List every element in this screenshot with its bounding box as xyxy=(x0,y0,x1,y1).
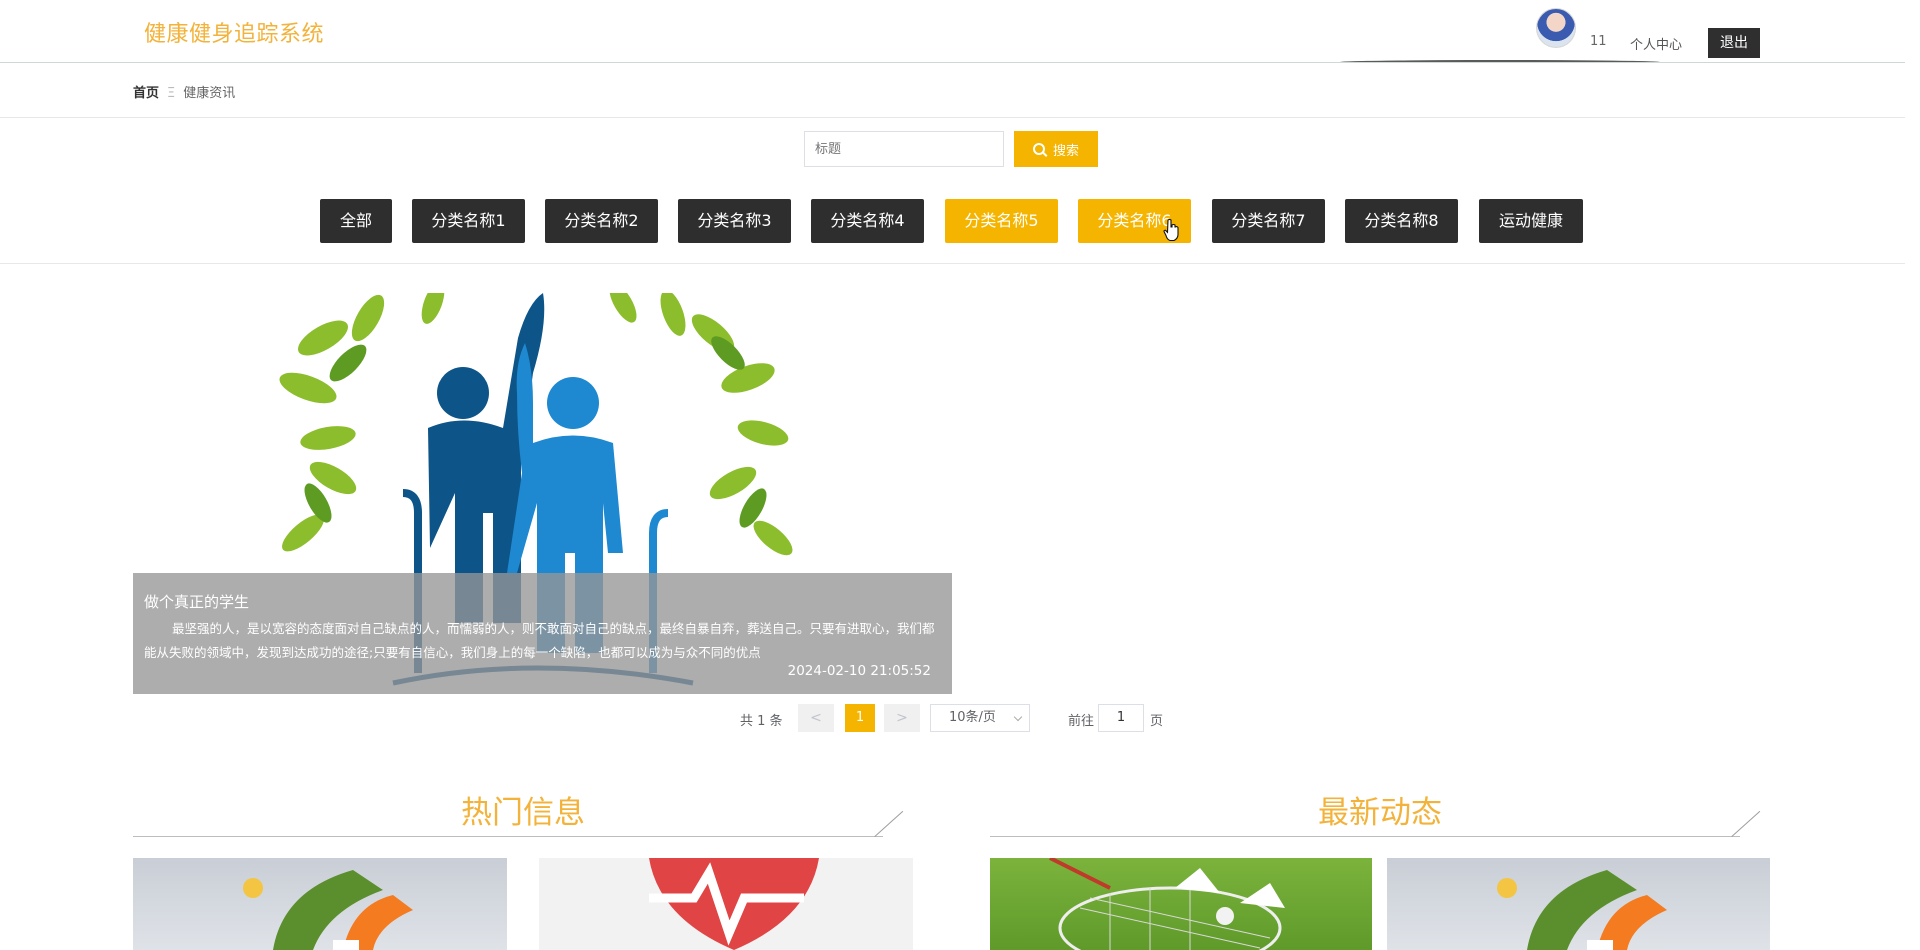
page-suffix: 页 xyxy=(1150,714,1164,729)
top-header: 健康健身追踪系统 11 个人中心 退出 xyxy=(0,0,1905,63)
breadcrumb: 首页 Ξ 健康资讯 xyxy=(133,82,235,101)
page-size-select[interactable]: 10条/页 xyxy=(930,704,1030,732)
feature-title[interactable]: 做个真正的学生 xyxy=(144,591,249,612)
category-button[interactable]: 运动健康 xyxy=(1479,199,1583,243)
search-icon xyxy=(1032,143,1045,155)
search-input[interactable] xyxy=(804,131,1004,167)
category-button[interactable]: 分类名称8 xyxy=(1345,199,1458,243)
search-button[interactable]: 搜索 xyxy=(1014,131,1098,167)
site-brand[interactable]: 健康健身追踪系统 xyxy=(144,16,324,48)
news-thumbnail[interactable] xyxy=(539,858,913,950)
page-size-value: 10条/页 xyxy=(949,710,996,725)
news-thumbnail[interactable] xyxy=(133,858,507,950)
hand-cursor-icon xyxy=(1163,219,1179,241)
hot-info-title: 热门信息 xyxy=(461,795,585,831)
page-number-current[interactable]: 1 xyxy=(845,704,875,732)
latest-news-title: 最新动态 xyxy=(1318,795,1442,831)
news-thumbnail[interactable] xyxy=(990,858,1372,950)
category-button[interactable]: 分类名称2 xyxy=(545,199,658,243)
breadcrumb-separator: Ξ xyxy=(167,86,176,101)
profile-link[interactable]: 个人中心 xyxy=(1630,34,1682,53)
goto-label: 前往 xyxy=(1068,714,1095,729)
logout-button[interactable]: 退出 xyxy=(1708,28,1760,58)
section-divider xyxy=(0,263,1905,264)
feature-caption: 做个真正的学生 最坚强的人，是以宽容的态度面对自己缺点的人，而懦弱的人，则不敢面… xyxy=(133,573,952,694)
chevron-down-icon xyxy=(1013,712,1023,722)
pagination-total: 共 1 条 xyxy=(740,714,783,729)
badminton-illustration xyxy=(1049,858,1285,950)
category-button[interactable]: 分类名称3 xyxy=(678,199,791,243)
latest-news-header: 最新动态 xyxy=(990,787,1770,837)
heart-pulse-illustration xyxy=(649,858,819,950)
news-thumbnail[interactable] xyxy=(1387,858,1770,950)
one-health-illustration xyxy=(243,870,413,950)
breadcrumb-bar: 首页 Ξ 健康资讯 xyxy=(0,64,1905,118)
hot-info-header: 热门信息 xyxy=(133,787,913,837)
breadcrumb-current: 健康资讯 xyxy=(183,86,236,101)
category-button[interactable]: 分类名称5 xyxy=(945,199,1058,243)
prev-page-button[interactable]: < xyxy=(798,704,834,732)
next-page-button[interactable]: > xyxy=(884,704,920,732)
feature-description: 最坚强的人，是以宽容的态度面对自己缺点的人，而懦弱的人，则不敢面对自己的缺点，最… xyxy=(144,621,935,660)
category-button[interactable]: 分类名称1 xyxy=(412,199,525,243)
featured-news-card[interactable]: 做个真正的学生 最坚强的人，是以宽容的态度面对自己缺点的人，而懦弱的人，则不敢面… xyxy=(133,293,952,694)
category-button[interactable]: 分类名称4 xyxy=(811,199,924,243)
goto-page-input[interactable]: 1 xyxy=(1098,704,1144,732)
feature-date: 2024-02-10 21:05:52 xyxy=(787,663,931,679)
breadcrumb-home[interactable]: 首页 xyxy=(133,86,159,101)
avatar[interactable] xyxy=(1536,8,1576,48)
category-button[interactable]: 全部 xyxy=(320,199,392,243)
user-name: 11 xyxy=(1590,34,1607,49)
category-button[interactable]: 分类名称7 xyxy=(1212,199,1325,243)
section-underline xyxy=(990,836,1740,837)
search-button-label: 搜索 xyxy=(1052,143,1079,159)
section-underline xyxy=(133,836,883,837)
one-health-illustration xyxy=(1497,870,1667,950)
